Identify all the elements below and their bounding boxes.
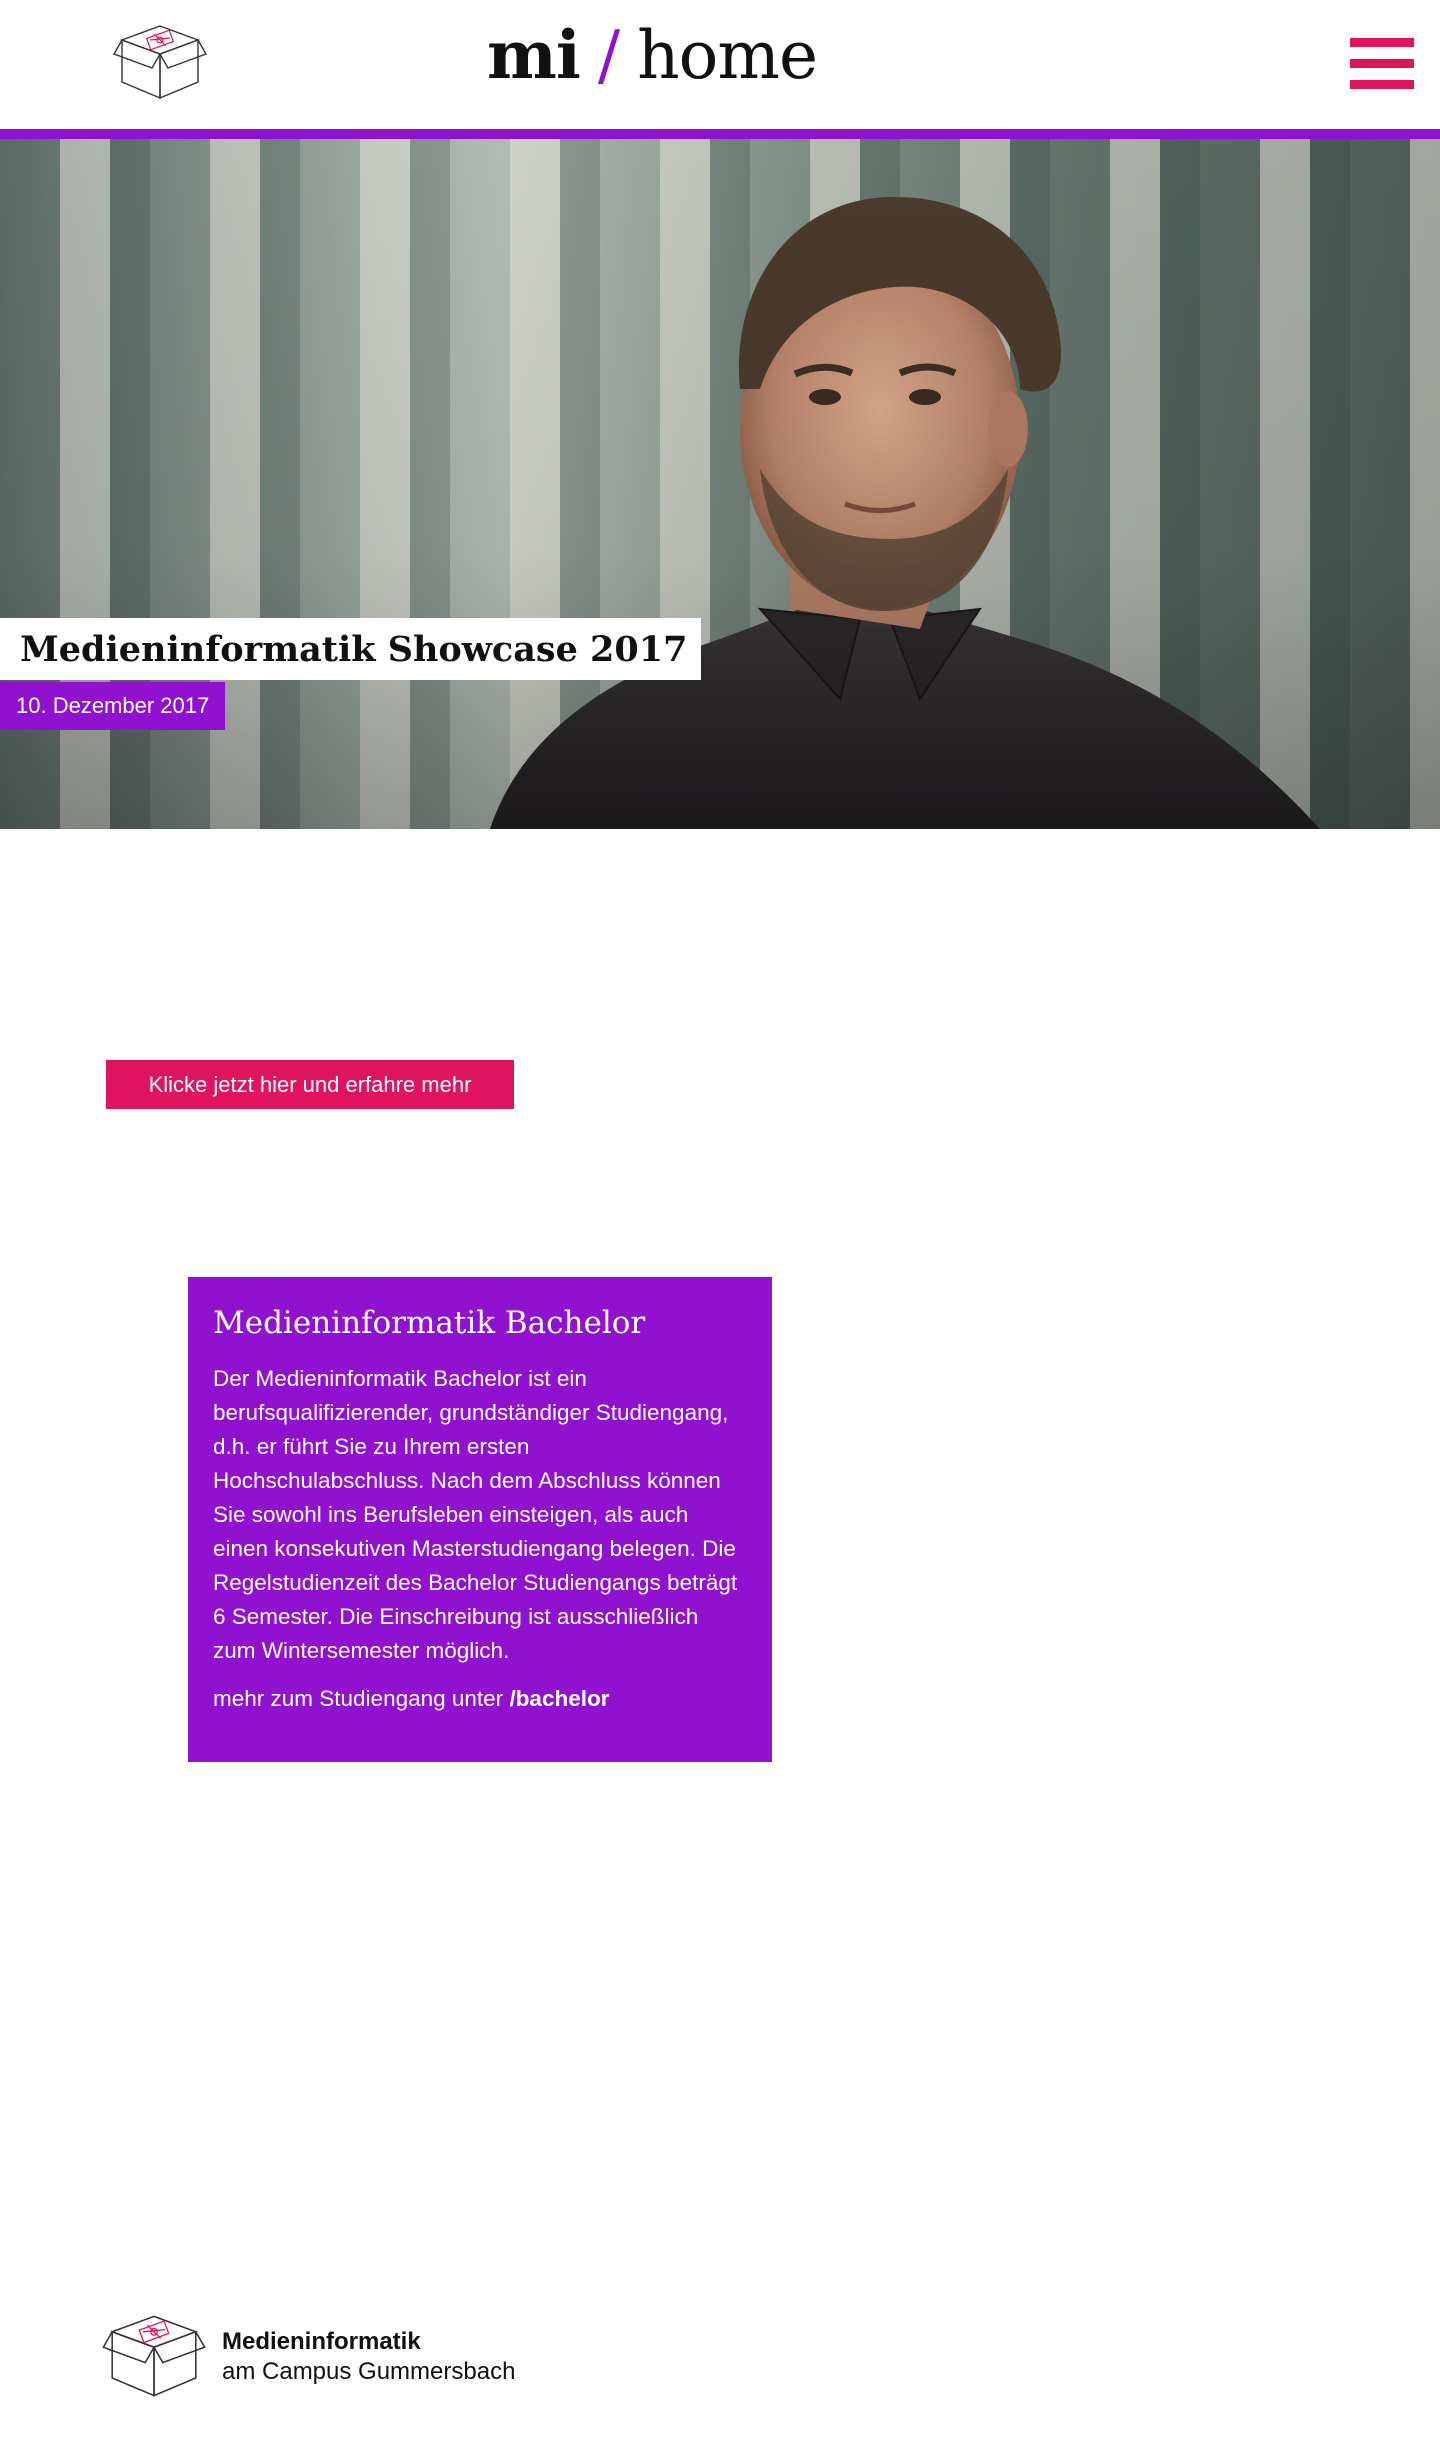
menu-line	[1350, 59, 1414, 68]
menu-line	[1350, 38, 1414, 47]
footer-brand[interactable]: Medieninformatik am Campus Gummersbach	[222, 2327, 515, 2387]
header-accent-bar	[0, 129, 1440, 139]
footer-subtitle: am Campus Gummersbach	[222, 2358, 516, 2385]
title-home: home	[637, 17, 818, 94]
bachelor-link[interactable]: /bachelor	[509, 1686, 609, 1711]
title-mi: mi	[487, 16, 581, 94]
hamburger-menu-icon[interactable]	[1350, 38, 1414, 90]
page-title: mi / home	[487, 16, 818, 106]
title-slash: /	[597, 17, 620, 94]
card-more-prefix: mehr zum Studiengang unter	[213, 1686, 504, 1712]
learn-more-button[interactable]: Klicke jetzt hier und erfahre mehr	[106, 1060, 514, 1109]
footer-box-logo-icon[interactable]	[100, 2312, 208, 2400]
site-header: mi / home	[0, 0, 1440, 130]
box-logo-icon[interactable]	[112, 22, 208, 102]
card-more-line: mehr zum Studiengang unter /bachelor	[213, 1682, 746, 1716]
menu-line	[1350, 80, 1414, 89]
bachelor-info-card: Medieninformatik Bachelor Der Medieninfo…	[188, 1277, 772, 1762]
card-title: Medieninformatik Bachelor	[213, 1305, 646, 1341]
footer-name: Medieninformatik	[222, 2328, 421, 2355]
card-description: Der Medieninformatik Bachelor ist ein be…	[213, 1366, 738, 1664]
hero-title[interactable]: Medieninformatik Showcase 2017	[0, 618, 702, 680]
hero-date-badge: 10. Dezember 2017	[0, 682, 226, 730]
